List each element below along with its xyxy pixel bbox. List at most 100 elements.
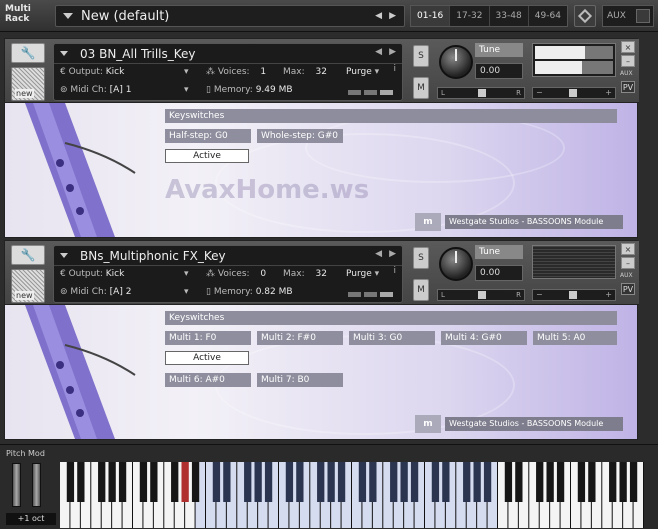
output-dropdown-icon[interactable]: ▾ [184,269,189,283]
rack-view-button[interactable] [574,5,596,27]
pan-slider[interactable]: LR [437,289,525,301]
instrument-menu-icon[interactable] [60,253,68,258]
black-key[interactable] [358,462,367,502]
purge-menu[interactable]: Purge ▾ [346,67,379,81]
pan-handle[interactable] [478,291,486,299]
tune-value[interactable]: 0.00 [475,265,523,281]
active-button[interactable]: Active [165,149,249,163]
close-icon[interactable]: × [621,243,635,255]
midi-row[interactable]: ⊚ Midi Ch: [A] 2 [60,287,131,301]
pv-button[interactable]: PV [621,81,635,93]
tab-17-32[interactable]: 17-32 [450,6,490,26]
minimize-icon[interactable]: – [621,257,635,269]
black-key[interactable] [442,462,450,502]
black-key[interactable] [536,462,544,502]
black-key[interactable] [588,462,596,502]
black-key[interactable] [296,462,304,502]
max-value[interactable]: 32 [316,269,327,279]
tune-knob[interactable] [439,247,473,281]
black-key[interactable] [577,462,586,502]
black-key[interactable] [118,462,127,502]
info-icon[interactable]: i [393,64,396,74]
black-key[interactable] [77,462,85,502]
next-arrow-icon[interactable]: ▶ [389,11,396,21]
instrument-name[interactable]: BNs_Multiphonic FX_Key [80,249,226,263]
black-key[interactable] [556,462,565,502]
pan-slider[interactable]: LR [437,87,525,99]
black-key[interactable] [171,462,179,502]
black-key[interactable] [546,462,554,502]
aux-small-label[interactable]: AUX [620,272,633,279]
dropdown-arrow-icon[interactable] [63,13,73,19]
black-key[interactable] [369,462,377,502]
volume-slider[interactable]: − + [532,87,616,99]
aux-small-label[interactable]: AUX [620,70,633,77]
midi-dropdown-icon[interactable]: ▾ [184,85,189,99]
purge-menu[interactable]: Purge ▾ [346,269,379,283]
pv-button[interactable]: PV [621,283,635,295]
prev-arrow-icon[interactable]: ◀ [375,11,382,21]
black-key[interactable] [317,462,325,502]
rack-name-field[interactable]: New (default) ◀ ▶ [55,5,405,27]
midi-dropdown-icon[interactable]: ▾ [184,287,189,301]
black-key[interactable] [139,462,148,502]
tab-01-16[interactable]: 01-16 [411,6,451,26]
pitch-wheel[interactable] [12,463,21,507]
close-icon[interactable]: × [621,41,635,53]
tune-value[interactable]: 0.00 [475,63,523,79]
mute-button[interactable]: M [413,77,429,99]
max-value[interactable]: 32 [316,67,327,77]
black-key[interactable] [212,462,221,502]
tune-knob[interactable] [439,45,473,79]
black-key[interactable] [66,462,75,502]
prev-instrument-icon[interactable]: ◀ [375,249,382,259]
mod-wheel[interactable] [32,463,41,507]
wrench-icon[interactable]: 🔧 [11,43,45,63]
output-row[interactable]: € Output: Kick [60,269,124,283]
prev-instrument-icon[interactable]: ◀ [375,47,382,57]
volume-slider[interactable]: − + [532,289,616,301]
black-key[interactable] [609,462,617,502]
next-instrument-icon[interactable]: ▶ [389,47,396,57]
tab-49-64[interactable]: 49-64 [529,6,567,26]
solo-button[interactable]: S [413,45,429,67]
black-key[interactable] [431,462,440,502]
output-row[interactable]: € Output: Kick [60,67,124,81]
black-key[interactable] [327,462,335,502]
volume-handle[interactable] [569,291,577,299]
next-instrument-icon[interactable]: ▶ [389,249,396,259]
tab-33-48[interactable]: 33-48 [490,6,529,26]
black-key[interactable] [619,462,627,502]
instrument-icon[interactable]: new [11,269,45,303]
black-key[interactable] [400,462,408,502]
wrench-icon[interactable]: 🔧 [11,245,45,265]
black-key[interactable] [244,462,252,502]
black-key[interactable] [223,462,231,502]
black-key[interactable] [515,462,523,502]
black-key[interactable] [629,462,638,502]
black-key[interactable] [285,462,294,502]
solo-button[interactable]: S [413,247,429,269]
active-button[interactable]: Active [165,351,249,365]
black-key[interactable] [337,462,346,502]
black-key[interactable] [463,462,471,502]
black-key[interactable] [181,462,189,502]
black-key[interactable] [108,462,116,502]
instrument-menu-icon[interactable] [60,51,68,56]
aux-button[interactable] [636,9,650,23]
instrument-icon[interactable]: new [11,67,45,101]
piano-keyboard[interactable] [60,462,644,528]
info-icon[interactable]: i [393,266,396,276]
black-key[interactable] [264,462,273,502]
aux-toggle[interactable]: AUX [602,5,654,27]
black-key[interactable] [483,462,492,502]
octave-selector[interactable]: +1 oct [6,513,56,525]
minimize-icon[interactable]: – [621,55,635,67]
black-key[interactable] [191,462,200,502]
output-dropdown-icon[interactable]: ▾ [184,67,189,81]
black-key[interactable] [504,462,513,502]
volume-handle[interactable] [569,89,577,97]
black-key[interactable] [390,462,398,502]
instrument-name[interactable]: 03 BN_All Trills_Key [80,47,196,61]
mute-button[interactable]: M [413,279,429,301]
